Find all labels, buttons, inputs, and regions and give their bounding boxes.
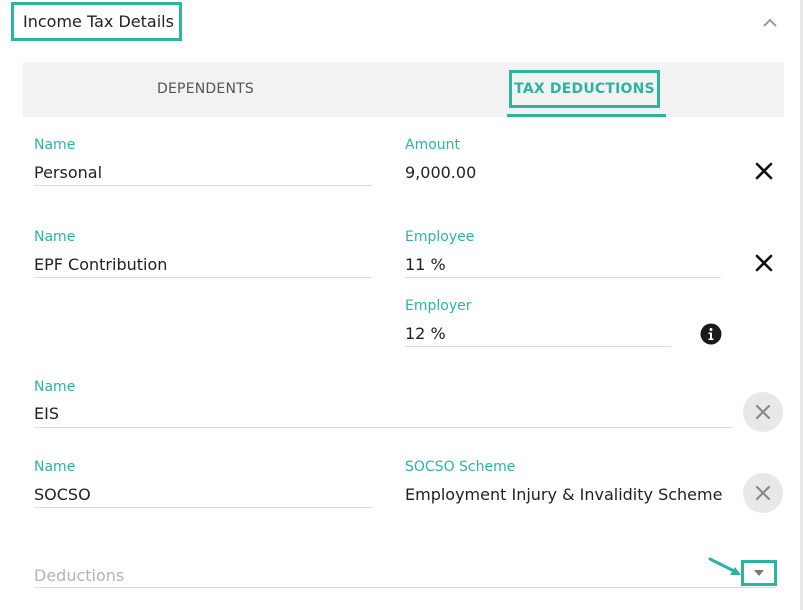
arrow-icon: [708, 557, 741, 575]
socso-name-label: Name: [34, 459, 76, 475]
remove-epf-close-icon[interactable]: [754, 253, 774, 273]
tab-tax-deductions[interactable]: TAX DEDUCTIONS: [507, 62, 666, 117]
page-title: Income Tax Details: [11, 2, 182, 41]
caret-down-icon: [754, 570, 764, 576]
personal-amount-label: Amount: [405, 137, 461, 153]
personal-amount-field[interactable]: 9,000.00: [405, 163, 476, 182]
chevron-up-icon[interactable]: [760, 14, 780, 30]
tab-dependents[interactable]: DEPENDENTS: [23, 62, 388, 117]
epf-employee-underline: [405, 277, 721, 278]
active-tab-indicator: [507, 114, 666, 117]
personal-name-underline: [34, 185, 372, 186]
tab-bar: DEPENDENTS TAX DEDUCTIONS: [23, 62, 784, 117]
personal-name-field[interactable]: Personal: [34, 163, 102, 182]
epf-employee-field[interactable]: 11 %: [405, 255, 446, 274]
tab-tax-deductions-label: TAX DEDUCTIONS: [509, 70, 660, 108]
epf-name-label: Name: [34, 229, 76, 245]
close-icon: [755, 485, 771, 501]
remove-personal-close-icon[interactable]: [754, 161, 774, 181]
eis-name-underline: [34, 427, 732, 428]
close-icon: [755, 404, 771, 420]
epf-employee-label: Employee: [405, 229, 475, 245]
deductions-select[interactable]: Deductions: [34, 566, 124, 585]
deductions-dropdown-button[interactable]: [741, 560, 777, 586]
socso-scheme-label: SOCSO Scheme: [405, 459, 516, 475]
epf-employer-label: Employer: [405, 298, 472, 314]
epf-employer-field[interactable]: 12 %: [405, 324, 446, 343]
deductions-underline: [34, 587, 776, 588]
remove-socso-button[interactable]: [743, 473, 783, 513]
epf-name-underline: [34, 277, 372, 278]
eis-name-label: Name: [34, 379, 76, 395]
personal-name-label: Name: [34, 137, 76, 153]
remove-eis-button[interactable]: [743, 392, 783, 432]
income-tax-details-panel: Income Tax Details DEPENDENTS TAX DEDUCT…: [0, 0, 803, 610]
socso-scheme-select[interactable]: Employment Injury & Invalidity Scheme: [405, 485, 733, 504]
info-icon[interactable]: [700, 323, 722, 345]
epf-employer-underline: [405, 346, 671, 347]
socso-name-underline: [34, 507, 372, 508]
socso-name-field[interactable]: SOCSO: [34, 485, 91, 504]
epf-name-field[interactable]: EPF Contribution: [34, 255, 167, 274]
eis-name-field[interactable]: EIS: [34, 404, 59, 423]
